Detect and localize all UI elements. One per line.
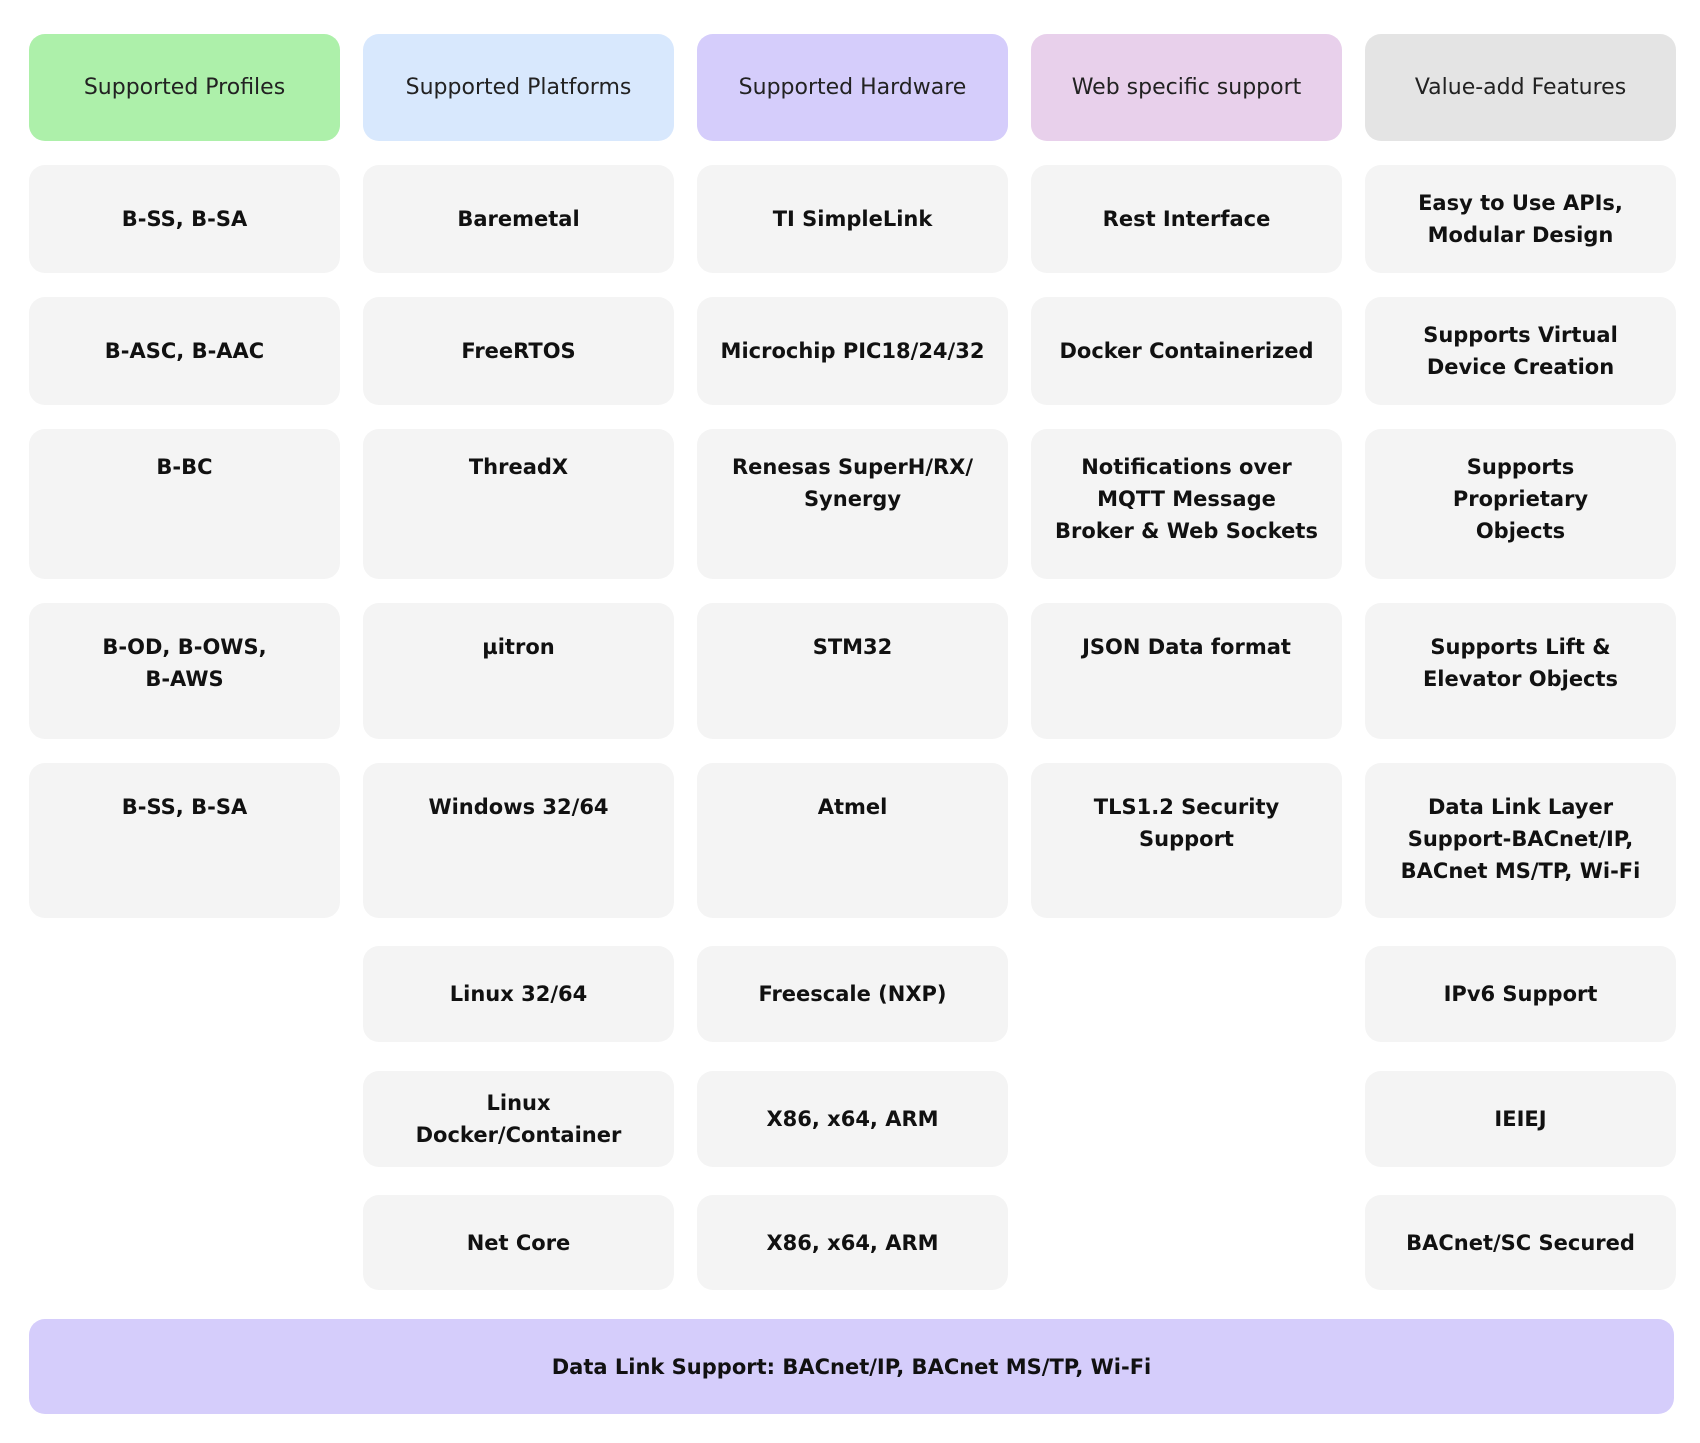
feature-card: JSON Data format <box>1031 603 1342 739</box>
feature-card-label: Supports Lift & Elevator Objects <box>1422 635 1619 691</box>
feature-card: Supports Proprietary Objects <box>1365 429 1676 579</box>
column-header-supported-platforms: Supported Platforms <box>363 34 674 141</box>
feature-card: B-ASC, B-AAC <box>29 297 340 405</box>
feature-card-label: IPv6 Support <box>1443 982 1598 1006</box>
feature-card-label: B-OD, B-OWS, B-AWS <box>102 635 267 691</box>
feature-card-label: Baremetal <box>457 207 580 231</box>
feature-card: B-SS, B-SA <box>29 165 340 273</box>
column-header-web-specific-support: Web specific support <box>1031 34 1342 141</box>
feature-card: Docker Containerized <box>1031 297 1342 405</box>
feature-card-label: Supports Proprietary Objects <box>1452 455 1589 543</box>
data-link-support-label: Data Link Support: BACnet/IP, BACnet MS/… <box>551 1354 1152 1379</box>
column-header-supported-hardware: Supported Hardware <box>697 34 1008 141</box>
feature-card-label: Rest Interface <box>1102 207 1271 231</box>
feature-card-label: Supports Virtual Device Creation <box>1423 323 1618 379</box>
feature-card: Freescale (NXP) <box>697 946 1008 1042</box>
feature-card-label: ThreadX <box>468 455 569 479</box>
feature-card-label: X86, x64, ARM <box>766 1230 939 1255</box>
feature-card-label: Notifications over MQTT Message Broker &… <box>1055 455 1318 543</box>
feature-card: Net Core <box>363 1195 674 1290</box>
feature-card: IPv6 Support <box>1365 946 1676 1042</box>
column-header-label: Supported Platforms <box>405 74 632 100</box>
column-header-label: Web specific support <box>1071 74 1302 100</box>
feature-card: STM32 <box>697 603 1008 739</box>
feature-card: TLS1.2 Security Support <box>1031 763 1342 918</box>
column-header-value-add-features: Value-add Features <box>1365 34 1676 141</box>
feature-card: BACnet/SC Secured <box>1365 1195 1676 1290</box>
feature-card-label: Docker Containerized <box>1059 339 1314 363</box>
feature-card: Renesas SuperH/RX/ Synergy <box>697 429 1008 579</box>
feature-card: X86, x64, ARM <box>697 1071 1008 1167</box>
feature-card: µitron <box>363 603 674 739</box>
feature-card-label: B-SS, B-SA <box>121 207 248 231</box>
column-header-label: Value-add Features <box>1414 74 1627 100</box>
feature-card: Supports Lift & Elevator Objects <box>1365 603 1676 739</box>
feature-card-label: Renesas SuperH/RX/ Synergy <box>731 455 974 511</box>
feature-card: IEIEJ <box>1365 1071 1676 1167</box>
feature-card: Linux Docker/Container <box>363 1071 674 1167</box>
feature-card: B-SS, B-SA <box>29 763 340 918</box>
feature-card: FreeRTOS <box>363 297 674 405</box>
feature-card: Notifications over MQTT Message Broker &… <box>1031 429 1342 579</box>
feature-card-label: Linux 32/64 <box>449 982 588 1006</box>
feature-card: Easy to Use APIs, Modular Design <box>1365 165 1676 273</box>
feature-card: TI SimpleLink <box>697 165 1008 273</box>
feature-card-label: Net Core <box>466 1230 571 1255</box>
feature-card-label: JSON Data format <box>1082 635 1291 659</box>
feature-card: Windows 32/64 <box>363 763 674 918</box>
feature-card-label: B-SS, B-SA <box>121 795 248 819</box>
feature-card-label: Easy to Use APIs, Modular Design <box>1418 191 1623 247</box>
feature-card-label: X86, x64, ARM <box>766 1107 939 1131</box>
feature-card-label: BACnet/SC Secured <box>1406 1230 1635 1255</box>
feature-card: Microchip PIC18/24/32 <box>697 297 1008 405</box>
feature-card-label: Atmel <box>817 795 888 819</box>
feature-card-label: µitron <box>482 635 555 659</box>
feature-card: B-BC <box>29 429 340 579</box>
feature-card: B-OD, B-OWS, B-AWS <box>29 603 340 739</box>
feature-card-label: Freescale (NXP) <box>758 982 947 1006</box>
feature-card-label: FreeRTOS <box>461 339 576 363</box>
feature-card: Linux 32/64 <box>363 946 674 1042</box>
feature-card-label: B-BC <box>156 455 213 479</box>
feature-card-label: Linux Docker/Container <box>415 1091 622 1147</box>
data-link-support-banner: Data Link Support: BACnet/IP, BACnet MS/… <box>29 1319 1674 1414</box>
feature-card: Supports Virtual Device Creation <box>1365 297 1676 405</box>
column-header-label: Supported Hardware <box>738 74 967 100</box>
column-header-label: Supported Profiles <box>83 74 286 100</box>
feature-card: ThreadX <box>363 429 674 579</box>
feature-card-label: TLS1.2 Security Support <box>1093 795 1280 851</box>
feature-card: X86, x64, ARM <box>697 1195 1008 1290</box>
feature-card-label: TI SimpleLink <box>772 207 933 231</box>
feature-card-label: Windows 32/64 <box>428 795 609 819</box>
feature-card-label: B-ASC, B-AAC <box>104 339 265 363</box>
feature-card-label: Data Link Layer Support-BACnet/IP, BACne… <box>1400 795 1641 883</box>
feature-card-label: Microchip PIC18/24/32 <box>720 339 985 363</box>
feature-card: Atmel <box>697 763 1008 918</box>
feature-card-label: IEIEJ <box>1494 1107 1547 1131</box>
feature-card: Data Link Layer Support-BACnet/IP, BACne… <box>1365 763 1676 918</box>
feature-card-label: STM32 <box>812 635 893 659</box>
column-header-supported-profiles: Supported Profiles <box>29 34 340 141</box>
feature-card: Baremetal <box>363 165 674 273</box>
feature-card: Rest Interface <box>1031 165 1342 273</box>
